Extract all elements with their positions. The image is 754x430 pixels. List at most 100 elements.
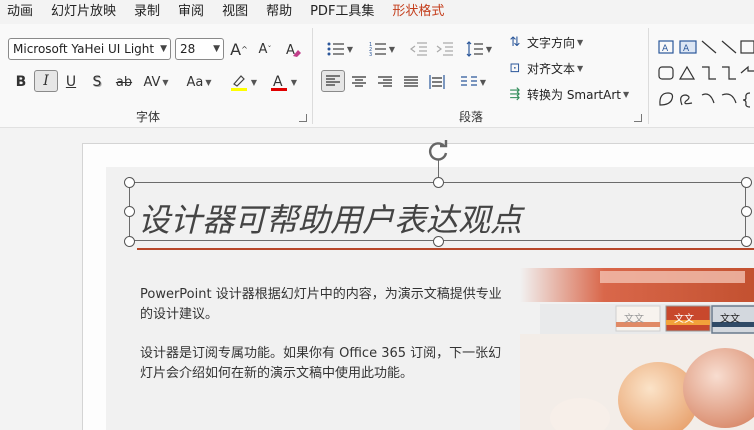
- body-paragraph-2[interactable]: 设计器是订阅专属功能。如果你有 Office 365 订阅，下一张幻灯片会介绍如…: [140, 344, 512, 384]
- selection-box[interactable]: [129, 182, 746, 241]
- align-left-icon: [326, 75, 340, 86]
- rotate-icon: [429, 140, 448, 161]
- paragraph-group-label: 段落: [459, 110, 484, 124]
- bold-button[interactable]: B: [12, 71, 30, 93]
- line-spacing-button[interactable]: ▼: [462, 38, 496, 60]
- justify-icon: [404, 76, 418, 87]
- resize-handle-top-left[interactable]: [124, 177, 135, 188]
- bullets-button[interactable]: ▼: [322, 38, 358, 60]
- justify-button[interactable]: [400, 71, 422, 93]
- grow-font-icon: A: [230, 39, 242, 59]
- highlight-color-button[interactable]: ▼: [226, 71, 260, 93]
- thumb-label: 文文: [624, 314, 644, 325]
- shrink-font-button[interactable]: Aˇ: [254, 38, 276, 60]
- columns-button[interactable]: ▼: [456, 71, 490, 93]
- clear-formatting-button[interactable]: A: [282, 38, 304, 60]
- increase-indent-button[interactable]: [434, 38, 456, 60]
- font-size-combo[interactable]: 28 ▼: [175, 38, 224, 60]
- resize-handle-bottom-left[interactable]: [124, 236, 135, 247]
- svg-text:A: A: [662, 44, 669, 54]
- align-text-label: 对齐文本: [527, 61, 576, 76]
- distributed-button[interactable]: [426, 71, 448, 93]
- bold-icon: B: [15, 74, 27, 90]
- align-center-button[interactable]: [348, 71, 370, 93]
- resize-handle-top[interactable]: [433, 177, 444, 188]
- shapes-icon: A A: [658, 40, 754, 108]
- columns-icon: [460, 76, 477, 86]
- text-direction-button[interactable]: ⇅ 文字方向 ▼: [506, 31, 584, 53]
- paragraph-dialog-launcher[interactable]: [634, 114, 642, 122]
- tab-review[interactable]: 审阅: [169, 0, 213, 24]
- tab-pdf-tools[interactable]: PDF工具集: [301, 0, 383, 24]
- shadow-icon: S: [92, 74, 102, 90]
- text-direction-icon: ⇅: [509, 34, 521, 50]
- resize-handle-left[interactable]: [124, 206, 135, 217]
- thumb-label: 文文: [674, 314, 694, 325]
- group-separator: [312, 28, 313, 124]
- font-group-label: 字体: [136, 110, 161, 124]
- strikethrough-button[interactable]: ab: [112, 71, 136, 93]
- font-dialog-launcher[interactable]: [299, 114, 307, 122]
- char-spacing-icon: AV: [143, 74, 161, 90]
- strikethrough-icon: ab: [115, 74, 133, 90]
- group-separator: [648, 28, 649, 124]
- align-right-icon: [378, 76, 392, 87]
- tab-view[interactable]: 视图: [213, 0, 257, 24]
- ribbon-tabs: 动画 幻灯片放映 录制 审阅 视图 帮助 PDF工具集 形状格式: [0, 0, 754, 24]
- ribbon: Microsoft YaHei UI Light ▼ 28 ▼ A ^ Aˇ A …: [0, 24, 754, 128]
- rotate-handle[interactable]: [426, 138, 452, 164]
- font-color-icon: A: [270, 74, 287, 91]
- italic-icon: I: [43, 73, 49, 89]
- title-underline: [137, 248, 754, 250]
- tab-shape-format[interactable]: 形状格式: [383, 0, 453, 24]
- decrease-indent-button[interactable]: [408, 38, 430, 60]
- align-center-icon: [352, 76, 366, 87]
- font-size-value: 28: [180, 42, 196, 56]
- align-text-icon: ⊡: [509, 60, 521, 76]
- align-text-button[interactable]: ⊡ 对齐文本 ▼: [506, 57, 584, 79]
- tab-record[interactable]: 录制: [125, 0, 169, 24]
- italic-button[interactable]: I: [34, 70, 58, 92]
- increase-indent-icon: [436, 42, 453, 56]
- svg-text:A: A: [683, 44, 690, 54]
- convert-smartart-label: 转换为 SmartArt: [527, 87, 621, 102]
- thumb-label: 文文: [720, 314, 740, 325]
- svg-text:A: A: [273, 74, 283, 90]
- tab-animations[interactable]: 动画: [0, 0, 42, 24]
- decrease-indent-icon: [410, 42, 427, 56]
- align-right-button[interactable]: [374, 71, 396, 93]
- text-direction-label: 文字方向: [527, 35, 576, 50]
- chevron-down-icon: ▼: [213, 44, 220, 54]
- resize-handle-bottom[interactable]: [433, 236, 444, 247]
- char-spacing-button[interactable]: AV ▼: [140, 71, 172, 93]
- change-case-button[interactable]: Aa ▼: [182, 71, 216, 93]
- clear-format-icon: A: [286, 43, 301, 58]
- font-color-button[interactable]: A ▼: [266, 71, 300, 93]
- tab-slideshow[interactable]: 幻灯片放映: [42, 0, 125, 24]
- text-shadow-button[interactable]: S: [88, 71, 106, 93]
- font-name-combo[interactable]: Microsoft YaHei UI Light ▼: [8, 38, 171, 60]
- align-left-button[interactable]: [321, 70, 345, 92]
- highlighter-icon: [230, 75, 247, 91]
- shrink-font-icon: A: [258, 41, 268, 57]
- resize-handle-right[interactable]: [741, 206, 752, 217]
- font-name-value: Microsoft YaHei UI Light: [13, 42, 155, 56]
- shapes-gallery: A A: [656, 37, 754, 113]
- underline-button[interactable]: U: [62, 71, 80, 93]
- body-paragraph-1[interactable]: PowerPoint 设计器根据幻灯片中的内容，为演示文稿提供专业的设计建议。: [140, 285, 512, 325]
- numbering-button[interactable]: 1 2 3 ▼: [364, 38, 400, 60]
- design-ideas-illustration: 文文 文文 文文: [520, 268, 754, 430]
- smartart-icon: ⇶: [509, 86, 521, 102]
- chevron-down-icon: ▼: [160, 44, 167, 54]
- convert-smartart-button[interactable]: ⇶ 转换为 SmartArt ▼: [506, 83, 630, 105]
- underline-icon: U: [65, 74, 77, 90]
- resize-handle-bottom-right[interactable]: [741, 236, 752, 247]
- resize-handle-top-right[interactable]: [741, 177, 752, 188]
- tab-help[interactable]: 帮助: [257, 0, 301, 24]
- line-spacing-icon: [466, 41, 483, 57]
- design-ideas-image: [520, 268, 754, 430]
- change-case-icon: Aa: [186, 74, 204, 90]
- bullet-list-icon: [327, 42, 344, 56]
- grow-font-button[interactable]: A ^: [228, 38, 250, 60]
- numbered-list-icon: 123: [369, 42, 386, 57]
